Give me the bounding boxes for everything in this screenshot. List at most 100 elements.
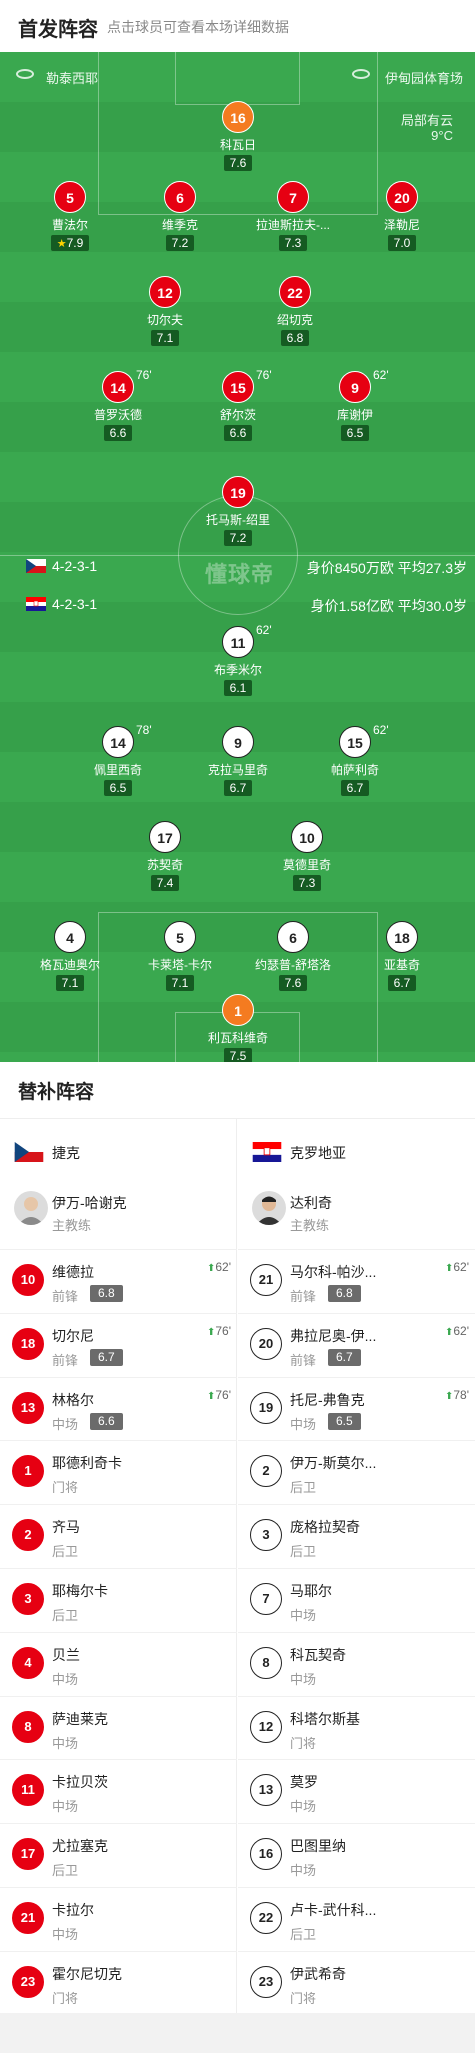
bench-player-row[interactable]: 21 卡拉尔 中场	[0, 1887, 237, 1950]
bench-player-row[interactable]: 22 卢卡-武什科... 后卫	[238, 1887, 475, 1950]
player-rating: 6.6	[223, 425, 253, 441]
bench-player-rating: 6.8	[328, 1285, 361, 1302]
bench-player-name: 齐马	[52, 1519, 80, 1536]
player-7[interactable]: 7 拉迪斯拉夫-... 7.3	[233, 181, 353, 252]
bench-player-row[interactable]: 4 贝兰 中场	[0, 1631, 237, 1695]
player-6[interactable]: 6 维季克 7.2	[120, 181, 240, 252]
player-10[interactable]: 10 莫德里奇 7.3	[247, 821, 367, 892]
bench-player-name: 伊武希奇	[290, 1965, 346, 1982]
bench-player-row[interactable]: 10 维德拉 前锋 6.8 ⬆62'	[0, 1249, 237, 1312]
bench-player-rating: 6.6	[90, 1412, 123, 1430]
jersey-number: 10	[12, 1264, 44, 1296]
player-rating: 7.3	[278, 235, 308, 251]
player-20[interactable]: 20 泽勒尼 7.0	[342, 181, 462, 252]
bench-player-row[interactable]: 16 巴图里纳 中场	[238, 1823, 475, 1886]
bench-player-name: 托尼-弗鲁克	[290, 1391, 365, 1408]
bench-player-row[interactable]: 2 齐马 后卫	[0, 1504, 237, 1567]
rating-value: 7.4	[156, 876, 174, 890]
substitution-minute: 62'	[453, 1323, 469, 1338]
bench-player-row[interactable]: 13 莫罗 中场	[238, 1759, 475, 1822]
bench-player-row[interactable]: 21 马尔科-帕沙... 前锋 6.8 ⬆62'	[238, 1249, 475, 1312]
bench-player-row[interactable]: 3 耶梅尔卡 后卫	[0, 1568, 237, 1631]
bench-player-row[interactable]: 3 庞格拉契奇 后卫	[238, 1504, 475, 1567]
bench-player-row[interactable]: 8 科瓦契奇 中场	[238, 1631, 475, 1695]
coach-name: 达利奇	[290, 1195, 332, 1211]
player-17[interactable]: 17 苏契奇 7.4	[105, 821, 225, 892]
player-name: 切尔夫	[146, 313, 183, 327]
star-icon: ★	[56, 238, 67, 250]
player-name: 维季克	[161, 218, 198, 232]
venue-name: 伊甸园体育场	[384, 71, 463, 86]
player-rating: 6.1	[223, 680, 253, 696]
bench-player-rating: 6.5	[328, 1412, 361, 1430]
bench-player-row[interactable]: 12 科塔尔斯基 门将	[238, 1695, 475, 1759]
bench-player-position: 中场	[290, 1799, 317, 1815]
rating-value: 7.6	[284, 976, 302, 990]
bench-player-row[interactable]: 23 伊武希奇 门将	[238, 1950, 475, 2014]
substitution-minute: 62'	[453, 1260, 469, 1274]
bench-player-position: 中场	[52, 1416, 79, 1432]
substitution-minute: 76'	[215, 1323, 231, 1338]
rating-value: 6.7	[393, 976, 411, 990]
bench-player-row[interactable]: 17 尤拉塞克 后卫	[0, 1823, 237, 1886]
bench-player-row[interactable]: 7 马耶尔 中场	[238, 1568, 475, 1631]
bench-player-row[interactable]: 23 霍尔尼切克 门将	[0, 1950, 237, 2014]
bench-player-position: 前锋	[52, 1352, 79, 1368]
player-11[interactable]: 11 62' 布季米尔 6.1	[178, 623, 298, 697]
jersey-number: 1	[222, 994, 254, 1026]
bench-player-position: 中场	[52, 1927, 79, 1942]
player-9[interactable]: 9 克拉马里奇 6.7	[178, 726, 298, 797]
jersey-number: 10	[291, 821, 323, 853]
away-coach[interactable]: 达利奇 主教练	[238, 1179, 475, 1249]
jersey-number: 9	[339, 371, 371, 403]
player-16[interactable]: 16 科瓦日 7.6	[178, 101, 298, 172]
jersey-number: 6	[277, 921, 309, 953]
player-name: 帕萨利奇	[330, 763, 379, 777]
substitution-minute: 78'	[453, 1387, 469, 1402]
rating-value: 6.5	[346, 426, 364, 440]
player-9[interactable]: 9 62' 库谢伊 6.5	[295, 368, 415, 442]
referee-name: 勒泰西耶	[46, 71, 99, 86]
coach-avatar	[252, 1191, 286, 1225]
jersey-number: 15	[222, 371, 254, 403]
bench-player-name: 马尔科-帕沙...	[290, 1264, 377, 1280]
away-bench-column: 克罗地亚 达利奇 主教练 21 马尔科-帕沙... 前锋 6.8 ⬆62' 20 弗拉尼奥-…	[238, 1119, 475, 2014]
jersey-number: 22	[250, 1902, 282, 1934]
czech-flag-icon	[26, 559, 46, 573]
bench-player-row[interactable]: 8 萨迪莱克 中场	[0, 1695, 237, 1759]
player-14[interactable]: 14 76' 普罗沃德 6.6	[58, 368, 178, 442]
player-12[interactable]: 12 切尔夫 7.1	[105, 276, 225, 347]
jersey-number: 8	[250, 1646, 282, 1679]
bench-player-row[interactable]: 18 切尔尼 前锋 6.7 ⬆76'	[0, 1312, 237, 1376]
bench-player-row[interactable]: 11 卡拉贝茨 中场	[0, 1759, 237, 1822]
player-1[interactable]: 1 利瓦科维奇 7.5	[178, 994, 298, 1062]
home-coach[interactable]: 伊万-哈谢克 主教练	[0, 1179, 237, 1249]
bench-player-position: 后卫	[52, 1544, 79, 1560]
bench-player-name: 萨迪莱克	[52, 1710, 108, 1727]
player-name: 苏契奇	[146, 858, 183, 872]
bench-player-position: 后卫	[290, 1480, 317, 1496]
player-15[interactable]: 15 62' 帕萨利奇 6.7	[295, 723, 415, 797]
player-5[interactable]: 5 卡莱塔-卡尔 7.1	[120, 921, 240, 992]
bench-player-row[interactable]: 19 托尼-弗鲁克 中场 6.5 ⬆78'	[238, 1376, 475, 1440]
jersey-number: 3	[250, 1519, 282, 1552]
home-value: 身价8450万欧 平均27.3岁	[306, 560, 467, 576]
home-formation: 4-2-3-1	[52, 558, 98, 574]
lineup-header: 首发阵容 点击球员可查看本场详细数据	[0, 0, 475, 50]
player-14[interactable]: 14 78' 佩里西奇 6.5	[58, 723, 178, 797]
player-5[interactable]: 5 曹法尔 ★7.9	[10, 181, 130, 252]
bench-player-position: 前锋	[290, 1289, 317, 1304]
player-4[interactable]: 4 格瓦迪奥尔 7.1	[10, 921, 130, 992]
bench-player-row[interactable]: 13 林格尔 中场 6.6 ⬆76'	[0, 1376, 237, 1440]
player-6[interactable]: 6 约瑟普-舒塔洛 7.6	[233, 921, 353, 992]
bench-player-row[interactable]: 1 耶德利奇卡 门将	[0, 1440, 237, 1503]
player-18[interactable]: 18 亚基奇 6.7	[342, 921, 462, 992]
player-rating: 6.6	[103, 425, 133, 441]
player-15[interactable]: 15 76' 舒尔茨 6.6	[178, 368, 298, 442]
substitution-on: ⬆76'	[207, 1388, 231, 1402]
player-19[interactable]: 19 托马斯-绍里 7.2	[178, 476, 298, 547]
bench-player-row[interactable]: 2 伊万-斯莫尔... 后卫	[238, 1440, 475, 1503]
player-rating: 7.1	[150, 330, 180, 346]
bench-player-row[interactable]: 20 弗拉尼奥-伊... 前锋 6.7 ⬆62'	[238, 1312, 475, 1376]
player-22[interactable]: 22 绍切克 6.8	[235, 276, 355, 347]
